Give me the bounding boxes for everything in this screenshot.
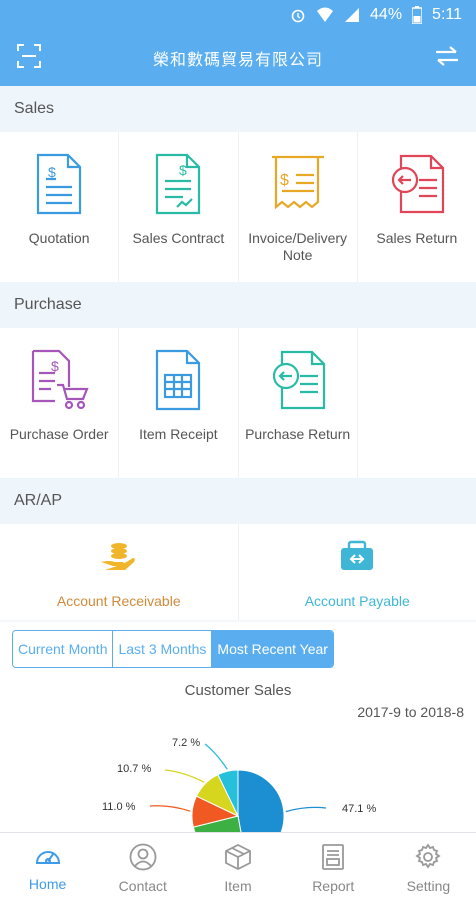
nav-setting[interactable]: Setting (381, 833, 476, 901)
switch-icon[interactable] (434, 45, 460, 72)
quotation-icon: $ (27, 152, 91, 216)
account-receivable-label: Account Receivable (53, 593, 185, 610)
nav-report-label: Report (312, 878, 354, 894)
item-receipt-icon (146, 348, 210, 412)
arap-grid: Account Receivable Account Payable (0, 524, 476, 620)
quotation-button[interactable]: $ Quotation (0, 132, 119, 282)
purchase-return-icon (266, 348, 330, 412)
pie-leader-line (205, 744, 227, 769)
alarm-icon (290, 7, 306, 23)
account-payable-button[interactable]: Account Payable (239, 524, 476, 620)
signal-icon (344, 7, 360, 23)
pie-leader-line (286, 807, 326, 811)
gear-icon (414, 843, 442, 874)
pie-slice-label: 11.0 % (102, 801, 136, 813)
svg-text:$: $ (179, 162, 187, 178)
nav-home-label: Home (29, 876, 66, 892)
invoice-delivery-note-button[interactable]: $ Invoice/Delivery Note (239, 132, 358, 282)
account-receivable-button[interactable]: Account Receivable (0, 524, 239, 620)
chart-title: Customer Sales (0, 682, 476, 699)
sales-return-label: Sales Return (372, 230, 461, 247)
tab-current-month[interactable]: Current Month (13, 631, 113, 667)
bottom-nav: Home Contact Item Report Setting (0, 832, 476, 901)
purchase-order-button[interactable]: $ Purchase Order (0, 328, 119, 478)
purchase-order-icon: $ (27, 348, 91, 412)
nav-home[interactable]: Home (0, 833, 95, 901)
app-bar: 榮和數碼貿易有限公司 (0, 30, 476, 86)
sales-contract-button[interactable]: $ Sales Contract (119, 132, 238, 282)
quotation-label: Quotation (25, 230, 94, 247)
purchase-section-title: Purchase (0, 282, 476, 328)
wallet-icon (337, 540, 377, 577)
battery-level: 44% (370, 6, 402, 24)
nav-item-label: Item (224, 878, 251, 894)
dashboard-icon (34, 843, 62, 872)
nav-report[interactable]: Report (286, 833, 381, 901)
tab-most-recent-year[interactable]: Most Recent Year (212, 631, 333, 667)
scan-icon[interactable] (16, 43, 42, 74)
item-receipt-label: Item Receipt (135, 426, 222, 443)
pie-slice-label: 10.7 % (117, 763, 151, 775)
sales-return-icon (385, 152, 449, 216)
clock-time: 5:11 (432, 6, 462, 24)
arap-section-title: AR/AP (0, 478, 476, 524)
empty-cell (358, 328, 476, 478)
sales-section-title: Sales (0, 86, 476, 132)
tab-last-3-months[interactable]: Last 3 Months (113, 631, 212, 667)
pie-leader-line (165, 770, 204, 782)
purchase-return-label: Purchase Return (241, 426, 354, 443)
pie-slice-label: 7.2 % (172, 737, 200, 749)
sales-contract-label: Sales Contract (128, 230, 228, 247)
purchase-grid: $ Purchase Order Item Receipt Purchase R… (0, 328, 476, 478)
invoice-icon: $ (266, 152, 330, 216)
svg-text:$: $ (48, 164, 56, 180)
nav-setting-label: Setting (407, 878, 451, 894)
pie-slice-label: 47.1 % (342, 803, 376, 815)
sales-grid: $ Quotation $ Sales Contract $ Invoice/D… (0, 132, 476, 282)
nav-contact[interactable]: Contact (95, 833, 190, 901)
status-bar: 44% 5:11 (0, 0, 476, 30)
chart-date-range: 2017-9 to 2018-8 (357, 704, 464, 720)
customer-sales-pie-chart: 47.1 % 11.0 % 10.7 % 7.2 % (0, 724, 476, 832)
company-title: 榮和數碼貿易有限公司 (153, 46, 323, 70)
pie-leader-line (150, 806, 190, 811)
period-tabs: Current Month Last 3 Months Most Recent … (12, 630, 334, 668)
item-receipt-button[interactable]: Item Receipt (119, 328, 238, 478)
nav-item[interactable]: Item (190, 833, 285, 901)
purchase-order-label: Purchase Order (6, 426, 113, 443)
sales-contract-icon: $ (146, 152, 210, 216)
nav-contact-label: Contact (119, 878, 167, 894)
person-icon (129, 843, 157, 874)
purchase-return-button[interactable]: Purchase Return (239, 328, 358, 478)
pie-slice (238, 770, 284, 832)
box-icon (224, 843, 252, 874)
invoice-delivery-note-label: Invoice/Delivery Note (239, 230, 357, 264)
account-payable-label: Account Payable (301, 593, 414, 610)
sales-return-button[interactable]: Sales Return (358, 132, 476, 282)
wifi-icon (316, 7, 334, 23)
svg-text:$: $ (280, 172, 289, 189)
svg-text:$: $ (51, 358, 59, 374)
battery-icon (412, 6, 422, 24)
report-icon (321, 843, 345, 874)
hand-coin-icon (99, 540, 139, 577)
